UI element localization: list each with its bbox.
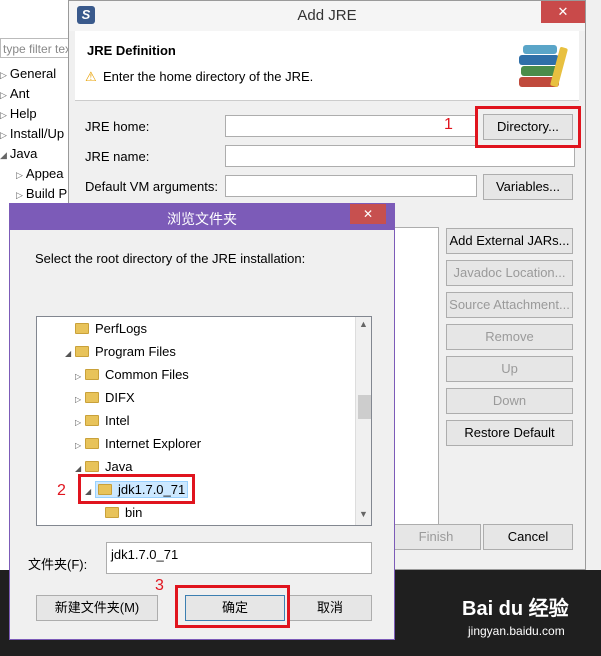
folder-icon: [85, 461, 99, 472]
folder-icon: [85, 392, 99, 403]
expand-arrow-icon[interactable]: ▷: [75, 437, 85, 455]
expand-arrow-icon[interactable]: ▷: [75, 414, 85, 432]
down-button[interactable]: Down: [446, 388, 573, 414]
new-folder-button[interactable]: 新建文件夹(M): [36, 595, 158, 621]
tree-node-common-files[interactable]: ▷ Common Files: [75, 366, 189, 384]
browse-message: Select the root directory of the JRE ins…: [35, 251, 306, 266]
tree-node-bin[interactable]: bin: [95, 504, 142, 522]
variables-button[interactable]: Variables...: [483, 174, 573, 200]
jre-name-label: JRE name:: [85, 149, 150, 164]
folder-icon: [85, 369, 99, 380]
baidu-watermark-url: jingyan.baidu.com: [468, 624, 565, 638]
warning-icon: ⚠: [85, 69, 97, 84]
close-icon[interactable]: ✕: [350, 204, 386, 224]
close-icon[interactable]: ✕: [541, 1, 585, 23]
step-1-label: 1: [444, 116, 453, 133]
restore-default-button[interactable]: Restore Default: [446, 420, 573, 446]
jre-home-input[interactable]: [225, 115, 477, 137]
tree-item-install[interactable]: ▷ Install/Up: [0, 126, 64, 141]
expand-arrow-icon[interactable]: ▷: [75, 368, 85, 386]
expand-arrow-icon: ▷: [0, 110, 7, 120]
browse-title: 浏览文件夹: [167, 211, 237, 227]
browse-titlebar: 浏览文件夹 ✕: [10, 204, 394, 230]
background-window-edge: [585, 0, 601, 570]
expand-arrow-icon: ▷: [16, 190, 23, 200]
step-3-label: 3: [155, 577, 164, 594]
expand-arrow-icon: ▷: [0, 130, 7, 140]
tree-node-intel[interactable]: ▷ Intel: [75, 412, 130, 430]
jre-name-input[interactable]: [225, 145, 575, 167]
expand-arrow-icon[interactable]: ▷: [75, 391, 85, 409]
folder-icon: [75, 323, 89, 334]
scroll-up-icon[interactable]: ▲: [359, 319, 368, 329]
vm-args-input[interactable]: [225, 175, 477, 197]
tree-item-ant[interactable]: ▷ Ant: [0, 86, 29, 101]
javadoc-location-button[interactable]: Javadoc Location...: [446, 260, 573, 286]
scrollbar-thumb[interactable]: [358, 395, 371, 419]
step-2-label: 2: [57, 482, 66, 499]
source-attachment-button[interactable]: Source Attachment...: [446, 292, 573, 318]
add-jre-titlebar: S Add JRE ✕: [69, 1, 585, 31]
step-1-highlight: [475, 106, 581, 148]
add-external-jars-button[interactable]: Add External JARs...: [446, 228, 573, 254]
folder-icon: [85, 415, 99, 426]
jre-home-label: JRE home:: [85, 119, 150, 134]
collapse-arrow-icon: ◢: [0, 150, 7, 160]
expand-arrow-icon: ▷: [0, 70, 7, 80]
tree-node-difx[interactable]: ▷ DIFX: [75, 389, 135, 407]
up-button[interactable]: Up: [446, 356, 573, 382]
tree-node-program-files[interactable]: ◢ Program Files: [65, 343, 176, 361]
step-3-highlight: [175, 585, 290, 628]
folder-icon: [85, 438, 99, 449]
filter-input[interactable]: type filter tex: [0, 38, 70, 58]
tree-scrollbar[interactable]: ▲ ▼: [355, 317, 371, 525]
vm-args-label: Default VM arguments:: [85, 179, 218, 194]
jre-books-icon: [519, 45, 568, 87]
folder-icon: [105, 507, 119, 518]
step-2-highlight: [78, 474, 195, 504]
browse-folder-dialog: 浏览文件夹 ✕ Select the root directory of the…: [9, 203, 395, 640]
tree-node-perflogs[interactable]: PerfLogs: [65, 320, 147, 338]
baidu-watermark: Bai du 经验: [462, 598, 569, 620]
collapse-arrow-icon[interactable]: ◢: [65, 345, 75, 363]
finish-button[interactable]: Finish: [391, 524, 481, 550]
expand-arrow-icon: ▷: [0, 90, 7, 100]
tree-item-appearance[interactable]: ▷ Appea: [16, 166, 64, 181]
tree-item-general[interactable]: ▷ General: [0, 66, 56, 81]
jre-definition-header: JRE Definition ⚠ Enter the home director…: [75, 31, 579, 101]
remove-button[interactable]: Remove: [446, 324, 573, 350]
scroll-down-icon[interactable]: ▼: [359, 509, 368, 519]
tree-item-build-path[interactable]: ▷ Build P: [16, 186, 67, 201]
tree-item-java[interactable]: ◢ Java: [0, 146, 37, 161]
folder-input[interactable]: jdk1.7.0_71: [106, 542, 372, 574]
expand-arrow-icon: ▷: [16, 170, 23, 180]
add-jre-title: Add JRE: [297, 7, 357, 24]
browse-cancel-button[interactable]: 取消: [288, 595, 372, 621]
header-message: Enter the home directory of the JRE.: [103, 69, 314, 84]
tree-item-help[interactable]: ▷ Help: [0, 106, 37, 121]
cancel-button[interactable]: Cancel: [483, 524, 573, 550]
header-title: JRE Definition: [87, 43, 176, 58]
folder-icon: [75, 346, 89, 357]
tree-node-internet-explorer[interactable]: ▷ Internet Explorer: [75, 435, 201, 453]
folder-label: 文件夹(F):: [28, 557, 88, 572]
